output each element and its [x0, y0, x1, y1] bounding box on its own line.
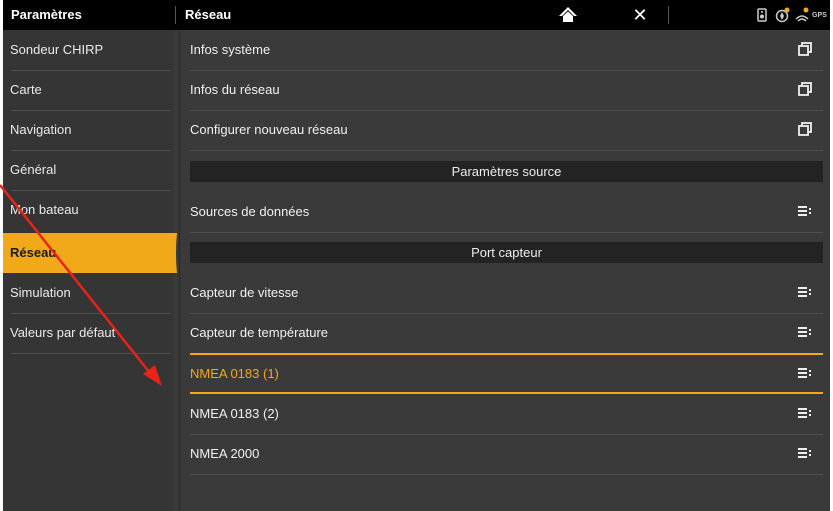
satellite-icon: [794, 7, 810, 23]
page-title: Réseau: [185, 7, 232, 22]
home-icon[interactable]: [556, 5, 580, 25]
sidebar-item-general[interactable]: Général: [3, 150, 173, 190]
gps-label: GPS: [812, 12, 827, 19]
device-screen: Paramètres Réseau ✕ GPS Sondeur CHIRP Ca…: [3, 0, 830, 511]
settings-sidebar: Sondeur CHIRP Carte Navigation Général M…: [3, 30, 173, 511]
window-icon: [797, 81, 813, 97]
panel-separator: [179, 30, 180, 511]
row-nmea-2000[interactable]: NMEA 2000: [190, 434, 823, 474]
row-label: NMEA 0183 (2): [190, 406, 279, 421]
row-label: NMEA 2000: [190, 446, 260, 461]
sidebar-item-label: Sondeur CHIRP: [10, 42, 104, 57]
row-divider: [190, 474, 823, 475]
sidebar-item-valeurs-par-defaut[interactable]: Valeurs par défaut: [3, 313, 173, 353]
row-capteur-de-vitesse[interactable]: Capteur de vitesse: [190, 273, 823, 313]
compass-icon: [774, 7, 790, 23]
sidebar-item-label: Simulation: [10, 285, 71, 300]
list-menu-icon: [797, 445, 813, 461]
row-label: Infos du réseau: [190, 82, 280, 97]
sidebar-item-reseau[interactable]: Réseau: [3, 233, 173, 273]
section-header-parametres-source: Paramètres source: [190, 161, 823, 182]
sidebar-item-label: Réseau: [10, 245, 57, 260]
window-icon: [797, 41, 813, 57]
window-icon: [797, 121, 813, 137]
sidebar-item-label: Général: [10, 162, 57, 177]
section-header-port-capteur: Port capteur: [190, 242, 823, 263]
sidebar-item-navigation[interactable]: Navigation: [3, 110, 173, 150]
row-sources-de-donnees[interactable]: Sources de données: [190, 192, 823, 232]
sidebar-item-simulation[interactable]: Simulation: [3, 273, 173, 313]
row-infos-du-reseau[interactable]: Infos du réseau: [190, 70, 823, 110]
list-menu-icon: [797, 324, 813, 340]
status-separator: [668, 6, 669, 24]
list-menu-icon: [797, 203, 813, 219]
settings-title: Paramètres: [11, 7, 82, 22]
settings-panel: Infos système Infos du réseau Configurer…: [190, 30, 823, 511]
list-menu-icon: [797, 365, 813, 381]
sidebar-item-label: Navigation: [10, 122, 72, 137]
top-bar: Paramètres Réseau ✕ GPS: [3, 0, 830, 30]
sidebar-item-label: Valeurs par défaut: [10, 325, 116, 340]
speaker-icon: [754, 7, 770, 23]
sidebar-item-label: Mon bateau: [10, 202, 79, 217]
sidebar-item-label: Carte: [10, 82, 42, 97]
sidebar-item-sondeur-chirp[interactable]: Sondeur CHIRP: [3, 30, 173, 70]
row-label: Sources de données: [190, 204, 310, 219]
row-label: Infos système: [190, 42, 271, 57]
sidebar-item-carte[interactable]: Carte: [3, 70, 173, 110]
row-label: NMEA 0183 (1): [190, 366, 279, 381]
row-divider: [190, 232, 823, 233]
sidebar-item-mon-bateau[interactable]: Mon bateau: [3, 190, 173, 230]
sidebar-divider: [11, 353, 171, 354]
row-divider: [190, 150, 823, 151]
gps-icon: GPS: [812, 7, 828, 23]
row-nmea-0183-2[interactable]: NMEA 0183 (2): [190, 394, 823, 434]
list-menu-icon: [797, 405, 813, 421]
row-capteur-de-temperature[interactable]: Capteur de température: [190, 313, 823, 353]
row-label: Capteur de vitesse: [190, 285, 299, 300]
row-label: Configurer nouveau réseau: [190, 122, 348, 137]
row-nmea-0183-1[interactable]: NMEA 0183 (1): [190, 354, 823, 394]
list-menu-icon: [797, 284, 813, 300]
row-configurer-nouveau-reseau[interactable]: Configurer nouveau réseau: [190, 110, 823, 150]
row-infos-systeme[interactable]: Infos système: [190, 30, 823, 70]
title-separator: [175, 6, 176, 24]
row-label: Capteur de température: [190, 325, 329, 340]
close-icon[interactable]: ✕: [629, 5, 651, 25]
